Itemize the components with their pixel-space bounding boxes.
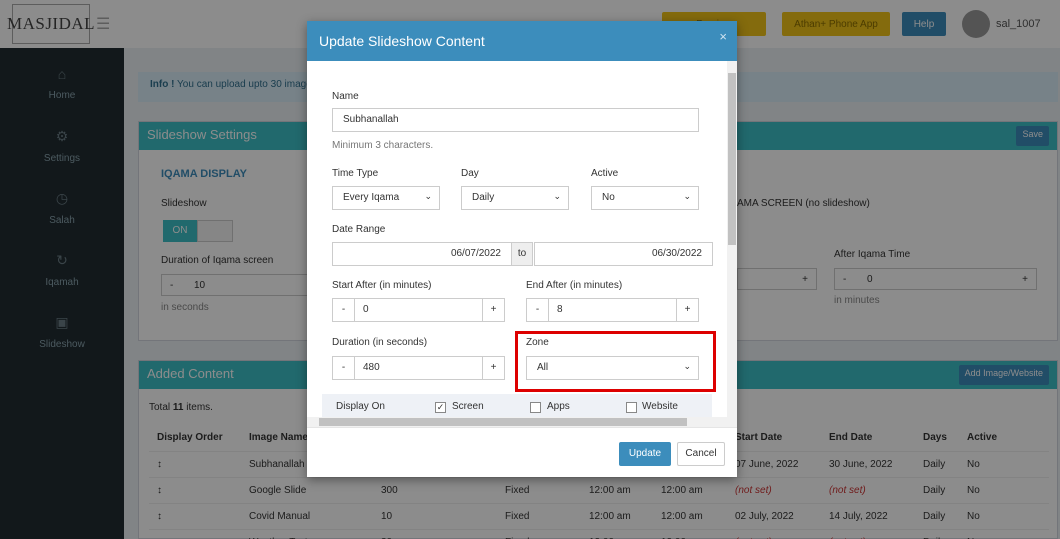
date-range-label: Date Range [332,224,386,235]
start-after-value[interactable]: 0 [363,304,369,315]
vertical-scrollbar[interactable] [727,61,737,427]
date-from-input[interactable]: 06/07/2022 [332,242,512,266]
chevron-down-icon: ⌄ [683,191,691,201]
active-value: No [602,192,615,203]
active-select[interactable]: No ⌄ [591,186,699,210]
day-label: Day [461,168,479,179]
stepper-minus[interactable]: - [333,299,355,321]
duration-stepper: - 480 + [332,356,505,380]
name-input[interactable]: Subhanallah [332,108,699,132]
time-type-select[interactable]: Every Iqama ⌄ [332,186,440,210]
close-icon[interactable]: × [719,29,727,44]
scrollbar-thumb[interactable] [319,418,687,426]
end-after-value[interactable]: 8 [557,304,563,315]
zone-highlight-box [515,331,716,392]
stepper-plus[interactable]: + [676,299,698,321]
stepper-minus[interactable]: - [333,357,355,379]
end-after-label: End After (in minutes) [526,280,623,291]
chevron-down-icon: ⌄ [553,191,561,201]
time-type-value: Every Iqama [343,192,400,203]
time-type-label: Time Type [332,168,379,179]
name-label: Name [332,91,359,102]
website-label: Website [642,401,678,412]
duration-label: Duration (in seconds) [332,337,428,348]
start-after-label: Start After (in minutes) [332,280,432,291]
modal-footer: Update Cancel [307,427,737,477]
name-help-text: Minimum 3 characters. [332,140,434,151]
screen-checkbox[interactable]: ✓ [435,402,446,413]
duration-value[interactable]: 480 [363,362,380,373]
screen-label: Screen [452,401,484,412]
date-to-input[interactable]: 06/30/2022 [534,242,713,266]
update-button[interactable]: Update [619,442,671,466]
chevron-down-icon: ⌄ [424,191,432,201]
scrollbar-thumb[interactable] [728,73,736,245]
horizontal-scrollbar[interactable] [307,417,727,427]
cancel-button[interactable]: Cancel [677,442,725,466]
website-checkbox[interactable] [626,402,637,413]
day-value: Daily [472,192,495,203]
start-after-stepper: - 0 + [332,298,505,322]
modal-header: Update Slideshow Content × [307,21,737,61]
update-slideshow-modal: Update Slideshow Content × Name Subhanal… [307,21,737,477]
apps-label: Apps [547,401,570,412]
day-select[interactable]: Daily ⌄ [461,186,569,210]
end-after-stepper: - 8 + [526,298,699,322]
stepper-plus[interactable]: + [482,357,504,379]
modal-title: Update Slideshow Content [319,33,485,49]
date-to-addon: to [511,242,533,266]
active-label: Active [591,168,619,179]
display-on-label: Display On [336,401,385,412]
stepper-plus[interactable]: + [482,299,504,321]
apps-checkbox[interactable] [530,402,541,413]
stepper-minus[interactable]: - [527,299,549,321]
modal-body: Name Subhanallah Minimum 3 characters. T… [307,61,737,427]
